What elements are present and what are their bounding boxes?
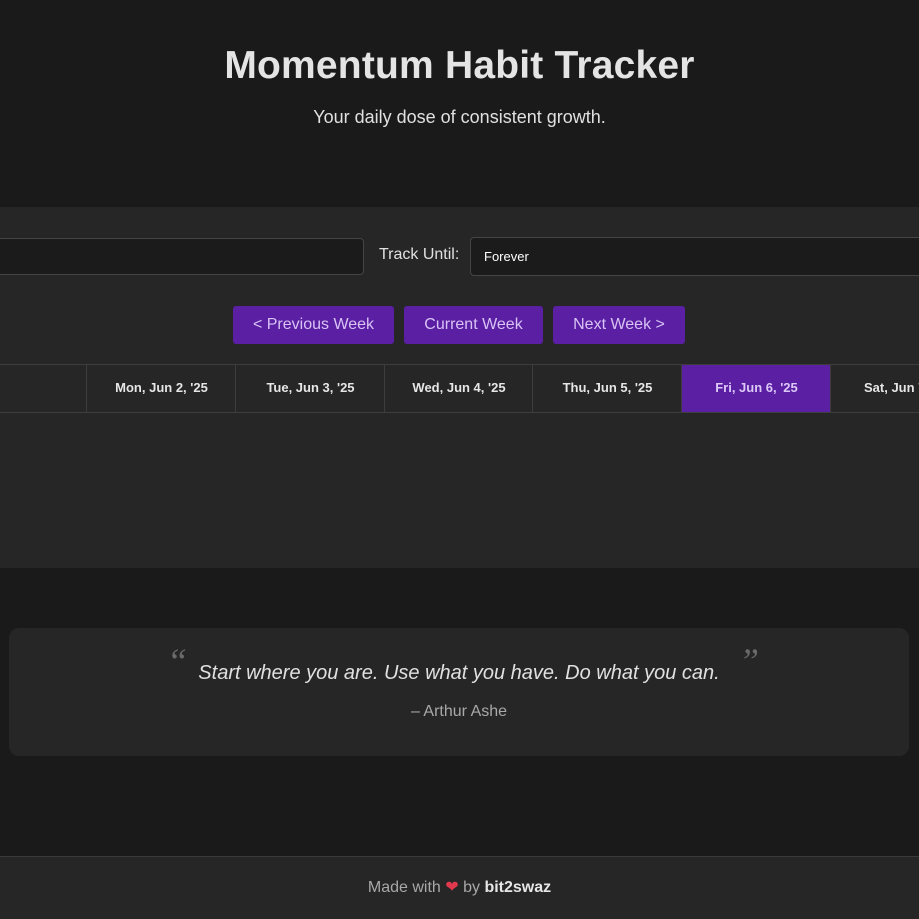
day-header-mon: Mon, Jun 2, '25 — [86, 365, 236, 412]
habit-name-input[interactable] — [0, 238, 364, 275]
quote-text: Start where you are. Use what you have. … — [198, 662, 720, 684]
tracker-panel: Track Until: Forever < Previous Week Cur… — [0, 207, 919, 568]
track-until-select[interactable]: Forever — [470, 237, 919, 276]
page-title: Momentum Habit Tracker — [224, 44, 695, 87]
footer-by: by — [463, 879, 480, 896]
page-subtitle: Your daily dose of consistent growth. — [313, 107, 606, 127]
close-quote-icon: ” — [739, 641, 760, 681]
habit-column-header — [0, 365, 87, 412]
quote-author: – Arthur Ashe — [410, 703, 508, 720]
day-header-wed: Wed, Jun 4, '25 — [384, 365, 533, 412]
app-footer: Made with ❤ by bit2swaz — [0, 856, 919, 919]
current-week-button[interactable]: Current Week — [404, 306, 543, 344]
previous-week-button[interactable]: < Previous Week — [233, 306, 394, 344]
footer-made-with: Made with — [367, 879, 441, 896]
week-header: Mon, Jun 2, '25 Tue, Jun 3, '25 Wed, Jun… — [0, 364, 919, 413]
day-header-sat: Sat, Jun 7 — [830, 365, 919, 412]
footer-author-link[interactable]: bit2swaz — [484, 879, 551, 896]
quote-card: “ Start where you are. Use what you have… — [9, 628, 909, 756]
day-header-tue: Tue, Jun 3, '25 — [235, 365, 385, 412]
heart-icon: ❤ — [445, 879, 459, 896]
day-header-thu: Thu, Jun 5, '25 — [532, 365, 682, 412]
app-header: Momentum Habit Tracker Your daily dose o… — [0, 0, 919, 207]
app-page: Momentum Habit Tracker Your daily dose o… — [0, 0, 919, 919]
track-until-label: Track Until: — [379, 246, 460, 263]
day-header-fri-today: Fri, Jun 6, '25 — [681, 365, 831, 412]
next-week-button[interactable]: Next Week > — [553, 306, 685, 344]
